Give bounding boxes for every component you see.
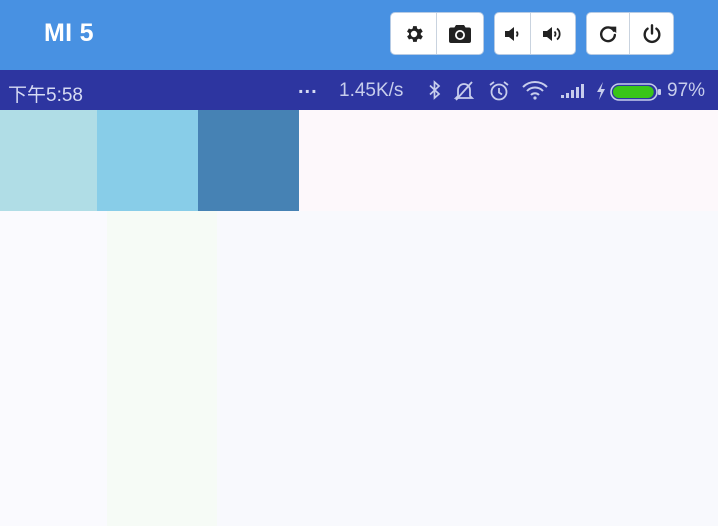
signal-icon — [560, 83, 586, 104]
volume-button-group — [494, 12, 576, 55]
power-button[interactable] — [630, 13, 673, 54]
column-tint-1 — [0, 211, 107, 526]
color-swatch-row — [0, 110, 718, 211]
status-time: 下午5:58 — [8, 85, 83, 106]
charging-icon — [595, 81, 607, 106]
wifi-icon — [521, 80, 549, 105]
color-swatch-steel-blue[interactable] — [198, 110, 299, 211]
power-button-group — [586, 12, 674, 55]
color-swatch-sky-blue[interactable] — [97, 110, 198, 211]
settings-button[interactable] — [391, 13, 437, 54]
volume-down-button[interactable] — [495, 13, 532, 54]
column-tint-2 — [107, 211, 217, 526]
volume-up-icon — [541, 24, 565, 44]
gear-icon — [403, 23, 425, 45]
tools-button-group — [390, 12, 484, 55]
status-bar: 下午5:58 ... 1.45K/s 97% — [0, 70, 718, 110]
screenshot-button[interactable] — [437, 13, 483, 54]
color-swatch-light-blue[interactable] — [0, 110, 97, 211]
device-name: MI 5 — [44, 19, 94, 47]
camera-icon — [448, 23, 472, 45]
network-speed: 1.45K/s — [339, 80, 404, 101]
app-content — [0, 110, 718, 526]
more-notifications-indicator: ... — [298, 76, 318, 98]
empty-content-area — [0, 211, 718, 526]
rotate-button[interactable] — [587, 13, 631, 54]
mute-icon — [452, 80, 476, 107]
alarm-icon — [487, 80, 511, 107]
column-tint-3 — [217, 211, 718, 526]
power-icon — [641, 23, 663, 45]
battery-icon — [610, 83, 662, 106]
rotate-icon — [597, 23, 619, 45]
volume-up-button[interactable] — [531, 13, 575, 54]
device-toolbar: MI 5 — [0, 0, 718, 70]
bluetooth-icon — [428, 80, 442, 105]
volume-down-icon — [503, 24, 523, 44]
battery-percent: 97% — [667, 80, 706, 101]
